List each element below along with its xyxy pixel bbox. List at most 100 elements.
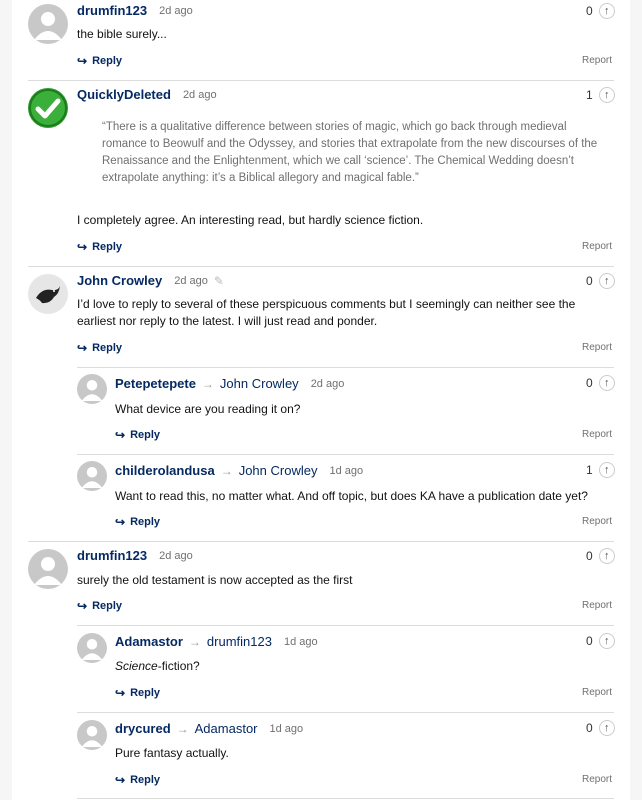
- report-link[interactable]: Report: [582, 516, 612, 527]
- default-avatar-icon[interactable]: [77, 461, 107, 491]
- comment-timestamp[interactable]: 2d ago: [174, 275, 208, 287]
- divider: [28, 80, 614, 81]
- reply-button[interactable]: ↪ Reply: [115, 515, 160, 529]
- comment-body: I’d love to reply to several of these pe…: [77, 297, 576, 328]
- reply-button[interactable]: ↪ Reply: [77, 240, 122, 254]
- vote-control: 1 ↑: [586, 87, 615, 103]
- vote-count: 0: [586, 634, 593, 648]
- reply-to-arrow-icon: →: [220, 463, 233, 478]
- divider: [77, 625, 614, 626]
- comment-author[interactable]: drumfin123: [77, 548, 147, 563]
- comment-author[interactable]: childerolandusa: [115, 463, 215, 478]
- vote-control: 0 ↑: [586, 720, 615, 736]
- report-link[interactable]: Report: [582, 429, 612, 440]
- reply-label: Reply: [130, 774, 161, 786]
- reply-button[interactable]: ↪ Reply: [115, 686, 160, 700]
- divider: [77, 798, 614, 799]
- reply-recipient[interactable]: John Crowley: [239, 463, 318, 478]
- report-link[interactable]: Report: [582, 241, 612, 252]
- reply-to-arrow-icon: →: [176, 721, 189, 736]
- comment-timestamp[interactable]: 2d ago: [159, 5, 193, 17]
- reply-recipient[interactable]: Adamastor: [195, 721, 258, 736]
- vote-control: 0 ↑: [586, 3, 615, 19]
- vote-count: 0: [586, 4, 593, 18]
- vote-control: 1 ↑: [586, 462, 615, 478]
- comment-body: the bible surely...: [77, 27, 167, 41]
- comment-body: surely the old testament is now accepted…: [77, 573, 353, 587]
- comment-body: I completely agree. An interesting read,…: [77, 213, 424, 227]
- report-link[interactable]: Report: [582, 687, 612, 698]
- reply-label: Reply: [130, 429, 161, 441]
- reply-button[interactable]: ↪ Reply: [115, 773, 160, 787]
- reply-button[interactable]: ↪ Reply: [77, 54, 122, 68]
- reply-to-arrow-icon: →: [188, 634, 201, 649]
- reply-button[interactable]: ↪ Reply: [77, 599, 122, 613]
- report-link[interactable]: Report: [582, 55, 612, 66]
- up-arrow-icon[interactable]: ↑: [598, 720, 615, 736]
- report-link[interactable]: Report: [582, 600, 612, 611]
- up-arrow-icon[interactable]: ↑: [598, 3, 615, 19]
- vote-count: 0: [586, 274, 593, 288]
- divider: [77, 367, 614, 368]
- up-arrow-icon[interactable]: ↑: [598, 462, 615, 478]
- vote-count: 0: [586, 376, 593, 390]
- divider: [28, 266, 614, 267]
- vote-count: 0: [586, 549, 593, 563]
- reply-button[interactable]: ↪ Reply: [77, 341, 122, 355]
- reply-arrow-icon: ↪: [77, 240, 88, 254]
- default-avatar-icon[interactable]: [77, 374, 107, 404]
- up-arrow-icon[interactable]: ↑: [598, 633, 615, 649]
- divider: [28, 541, 614, 542]
- default-avatar-icon[interactable]: [77, 720, 107, 750]
- up-arrow-icon[interactable]: ↑: [598, 273, 615, 289]
- default-avatar-icon[interactable]: [77, 633, 107, 663]
- comment-timestamp[interactable]: 2d ago: [183, 89, 217, 101]
- comment-timestamp[interactable]: 1d ago: [329, 465, 363, 477]
- bird-avatar-icon[interactable]: [28, 274, 68, 314]
- comment-author[interactable]: drumfin123: [77, 3, 147, 18]
- report-link[interactable]: Report: [582, 342, 612, 353]
- comment-body: What device are you reading it on?: [115, 402, 301, 416]
- report-link[interactable]: Report: [582, 774, 612, 785]
- vote-count: 0: [586, 721, 593, 735]
- reply-arrow-icon: ↪: [77, 599, 88, 613]
- reply-label: Reply: [130, 687, 161, 699]
- comment-author[interactable]: John Crowley: [77, 273, 162, 288]
- reply-label: Reply: [92, 55, 123, 67]
- comment-timestamp[interactable]: 1d ago: [284, 636, 318, 648]
- up-arrow-icon[interactable]: ↑: [598, 87, 615, 103]
- default-avatar-icon[interactable]: [28, 4, 68, 44]
- reply-to-arrow-icon: →: [201, 376, 214, 391]
- default-avatar-icon[interactable]: [28, 549, 68, 589]
- up-arrow-icon[interactable]: ↑: [598, 548, 615, 564]
- up-arrow-icon[interactable]: ↑: [598, 375, 615, 391]
- reply-arrow-icon: ↪: [77, 341, 88, 355]
- reply-arrow-icon: ↪: [115, 773, 126, 787]
- emphasis-text: Science: [115, 659, 158, 673]
- reply-recipient[interactable]: drumfin123: [207, 634, 272, 649]
- comment-author[interactable]: QuicklyDeleted: [77, 87, 171, 102]
- checkmark-avatar-icon[interactable]: [28, 88, 68, 128]
- pencil-icon: ✎: [213, 273, 224, 288]
- vote-control: 0 ↑: [586, 633, 615, 649]
- comment-timestamp[interactable]: 2d ago: [311, 378, 345, 390]
- comment-author[interactable]: Adamastor: [115, 634, 183, 649]
- comment-timestamp[interactable]: 2d ago: [159, 550, 193, 562]
- divider: [77, 712, 614, 713]
- reply-arrow-icon: ↪: [77, 54, 88, 68]
- vote-control: 0 ↑: [586, 375, 615, 391]
- vote-control: 0 ↑: [586, 548, 615, 564]
- comment-timestamp[interactable]: 1d ago: [270, 723, 304, 735]
- comment-body: Pure fantasy actually.: [115, 746, 229, 760]
- reply-button[interactable]: ↪ Reply: [115, 428, 160, 442]
- reply-recipient[interactable]: John Crowley: [220, 376, 299, 391]
- reply-label: Reply: [92, 600, 123, 612]
- reply-arrow-icon: ↪: [115, 515, 126, 529]
- comments-panel: drumfin123 2d ago 0 ↑ the bible surely..…: [12, 0, 630, 800]
- comment-body: Science-fiction?: [115, 658, 605, 675]
- reply-label: Reply: [130, 516, 161, 528]
- reply-arrow-icon: ↪: [115, 428, 126, 442]
- comment-author[interactable]: drycured: [115, 721, 171, 736]
- reply-label: Reply: [92, 241, 123, 253]
- comment-author[interactable]: Petepetepete: [115, 376, 196, 391]
